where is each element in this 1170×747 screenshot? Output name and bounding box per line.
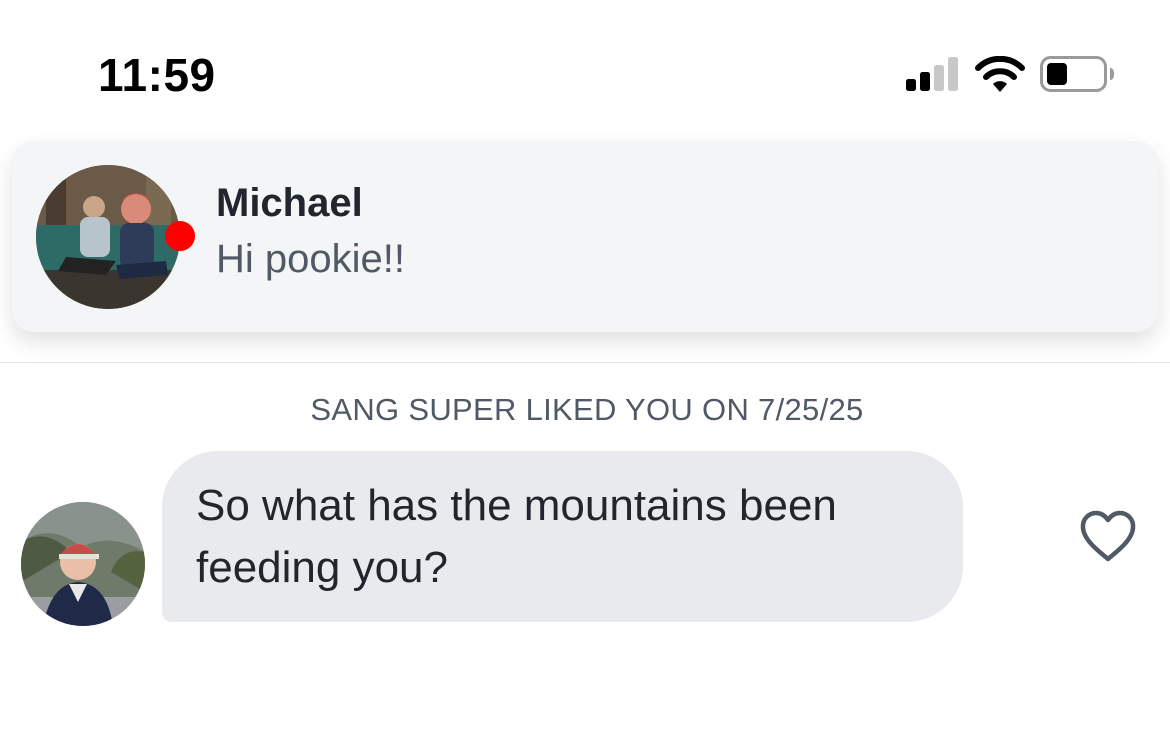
avatar[interactable] <box>36 165 180 309</box>
status-time: 11:59 <box>98 49 216 101</box>
sender-name: Michael <box>216 181 363 225</box>
chat-screen: 11:59 Michael Hi pookie!! SANG SUPER LIK… <box>0 0 1170 747</box>
message-notification-banner[interactable]: Michael Hi pookie!! <box>12 141 1158 332</box>
message-preview: Hi pookie!! <box>216 237 405 281</box>
battery-icon <box>1040 56 1114 92</box>
divider <box>0 362 1170 363</box>
avatar-photo <box>36 165 180 309</box>
message-text: So what has the mountains been feeding y… <box>196 481 837 592</box>
message-bubble[interactable]: So what has the mountains been feeding y… <box>162 451 963 622</box>
sender-avatar-photo <box>21 502 145 626</box>
wifi-icon <box>975 56 1025 92</box>
super-like-label: SANG SUPER LIKED YOU ON 7/25/25 <box>310 392 864 427</box>
cellular-signal-icon <box>906 57 958 91</box>
sender-avatar[interactable] <box>21 502 145 626</box>
online-status-dot <box>165 221 195 251</box>
heart-outline-icon[interactable] <box>1078 508 1138 564</box>
